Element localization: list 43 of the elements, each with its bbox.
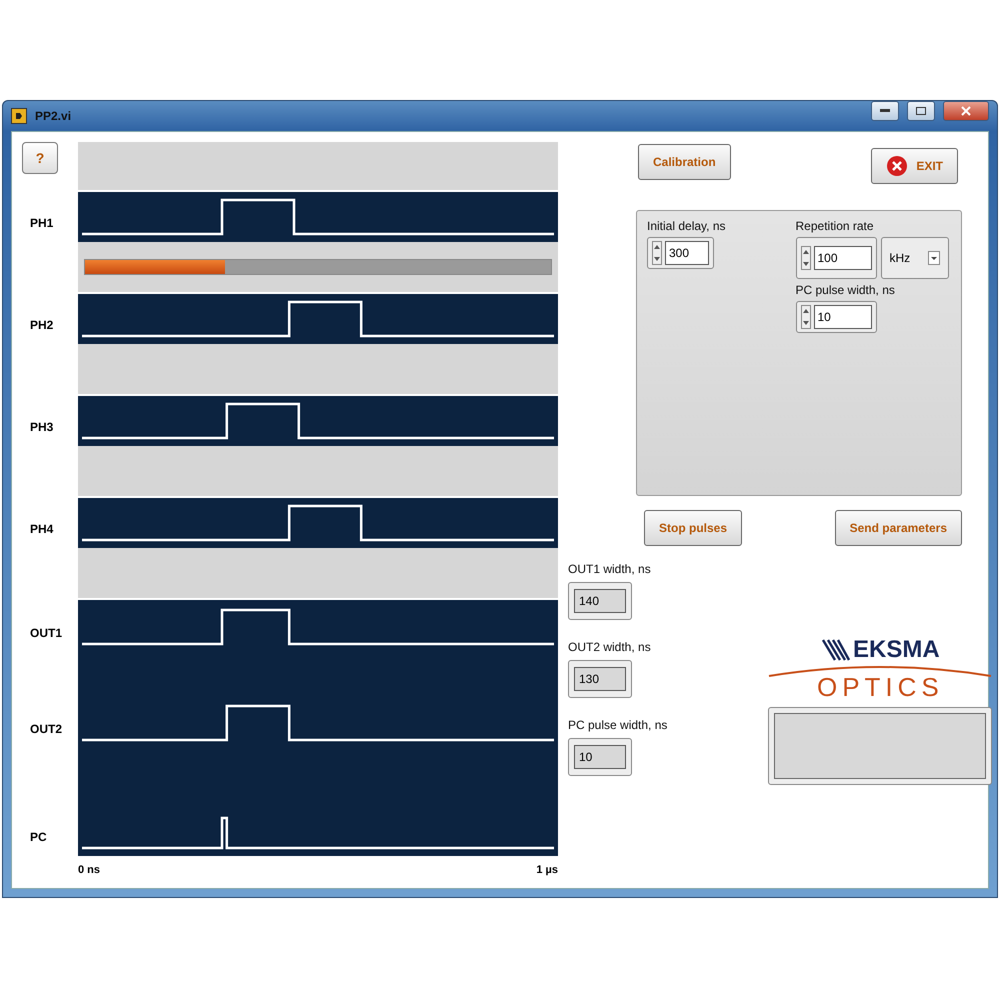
field-label: PC pulse width, ns (796, 283, 896, 297)
spinner-icon[interactable] (652, 241, 662, 265)
logo-stripes-icon (821, 638, 852, 662)
indicator-label: PC pulse width, ns (568, 718, 668, 732)
value-indicator: 10 (568, 738, 632, 776)
send-parameters-button[interactable]: Send parameters (834, 510, 962, 546)
value-indicator: 140 (568, 582, 632, 620)
stop-pulses-button[interactable]: Stop pulses (644, 510, 742, 546)
logo-text: OPTICS (816, 672, 944, 703)
exit-button[interactable]: EXIT (871, 148, 958, 184)
help-button[interactable]: ? (22, 142, 58, 174)
minimize-button[interactable] (871, 101, 899, 121)
close-icon (961, 106, 971, 116)
minimize-icon (880, 109, 890, 113)
numeric-field[interactable]: 300 (647, 237, 714, 269)
caret-icon (928, 251, 940, 265)
window-title: PP2.vi (35, 109, 72, 123)
numeric-field[interactable]: 10 (796, 301, 876, 333)
calibration-button[interactable]: Calibration (638, 144, 731, 180)
close-button[interactable] (943, 101, 989, 121)
indicator-label: OUT2 width, ns (568, 640, 652, 654)
trace-label: OUT1 (30, 626, 62, 640)
numeric-field[interactable]: 100 (796, 237, 876, 279)
trace-label: PC (30, 830, 47, 844)
indicator-label: OUT1 width, ns (568, 562, 652, 576)
field-label: Repetition rate (796, 219, 875, 233)
axis-label: 0 ns (78, 864, 100, 876)
app-icon (11, 108, 27, 124)
field-label: Initial delay, ns (647, 219, 726, 233)
unit-dropdown[interactable]: kHz (880, 237, 950, 279)
close-icon (886, 155, 908, 177)
value-indicator: 130 (568, 660, 632, 698)
maximize-button[interactable] (907, 101, 935, 121)
trace-label: PH4 (30, 522, 54, 536)
trace-label: PH1 (30, 216, 54, 230)
axis-label: 1 µs (536, 864, 558, 876)
spinner-icon[interactable] (800, 246, 810, 270)
trace-label: OUT2 (30, 722, 62, 736)
trace-label: PH3 (30, 420, 54, 434)
logo-text: EKSMA (853, 636, 940, 664)
maximize-icon (916, 107, 926, 115)
spinner-icon[interactable] (800, 305, 810, 329)
trace-label: PH2 (30, 318, 54, 332)
